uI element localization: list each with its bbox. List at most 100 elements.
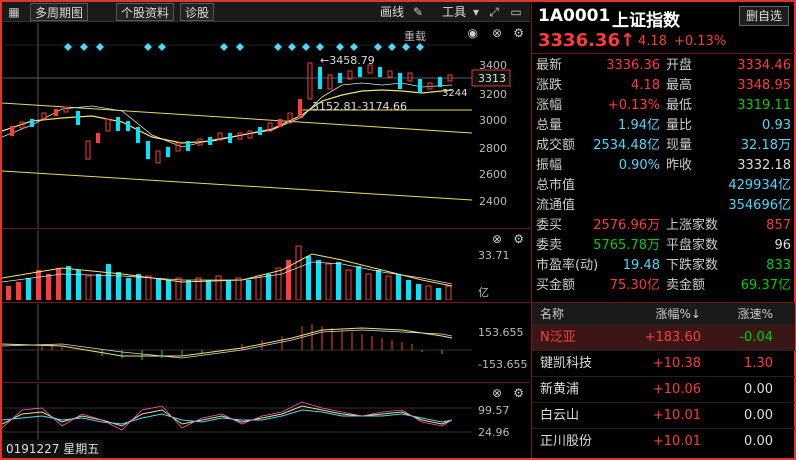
up-arrow-icon: ↑	[619, 30, 636, 51]
stat-value: 2576.96万	[593, 218, 660, 233]
y-tick: 2600	[479, 168, 507, 181]
y-tick: 3400	[479, 59, 507, 72]
col-name-header[interactable]: 名称	[540, 303, 564, 325]
stat-label: 最新	[536, 58, 563, 73]
close-pane-icon[interactable]: ⊗	[492, 26, 502, 40]
stat-value: 0.90%	[618, 158, 660, 173]
close-pane-icon[interactable]: ⊗	[492, 232, 502, 246]
stat-label: 下跌家数	[666, 258, 719, 273]
macd-bottom-label: -153.655	[478, 358, 528, 371]
y-tick: 2400	[479, 195, 507, 208]
item-name: 正川股份	[540, 434, 593, 449]
item-speed: 1.30	[744, 356, 773, 371]
stat-row: 流通值 354696亿	[532, 196, 795, 216]
dropdown-arrow-icon[interactable]: ▾	[468, 4, 484, 20]
macd-pane[interactable]	[2, 304, 530, 380]
settings-icon[interactable]: ⚙	[513, 26, 524, 40]
list-item[interactable]: 正川股份 +10.01 0.00	[532, 428, 795, 454]
stat-value: 857	[766, 218, 791, 233]
stat-row: 委买 2576.96万 上涨家数 857	[532, 216, 795, 236]
stat-label: 流通值	[536, 198, 576, 213]
stat-value: 75.30亿	[609, 278, 660, 293]
settings-icon[interactable]: ⚙	[513, 232, 524, 246]
stat-label: 上涨家数	[666, 218, 719, 233]
list-item[interactable]: 键凯科技 +10.38 1.30	[532, 350, 795, 376]
stat-value: 3348.95	[737, 78, 791, 93]
top-gainers-list[interactable]: 名称 涨幅%↓ 涨速% N泛亚 +183.60 -0.04 键凯科技 +10.38 1.3…	[532, 302, 795, 454]
macd-top-label: 153.655	[478, 326, 524, 339]
stock-code: 1A0001	[538, 6, 611, 26]
period-button[interactable]: 多周期图	[30, 3, 89, 21]
stat-label: 最高	[666, 78, 693, 93]
stat-row: 总市值 429934亿	[532, 176, 795, 196]
quote-header: 1A0001 上证指数 删自选 3336.36↑ 4.18 +0.13%	[532, 2, 795, 54]
stat-value: 5765.78万	[593, 238, 660, 253]
stat-label: 量比	[666, 118, 693, 133]
item-pct: +10.06	[652, 382, 701, 397]
stat-label: 涨幅	[536, 98, 563, 113]
stat-value: +0.13%	[607, 98, 660, 113]
restore-label[interactable]: 重载	[404, 28, 426, 44]
stat-label: 市盈率(动)	[536, 258, 599, 273]
item-speed: 0.00	[744, 408, 773, 423]
stat-value: 3334.46	[737, 58, 791, 73]
stat-value: 4.18	[631, 78, 660, 93]
stat-row: 委卖 5765.78万 平盘家数 96	[532, 236, 795, 256]
list-header: 名称 涨幅%↓ 涨速%	[532, 302, 795, 324]
volume-pane[interactable]	[2, 230, 530, 300]
chart-area[interactable]: ▦ 多周期图 个股资料 诊股 画线 ✎ 工具 ▾ ⤢ ▭ 重载 ◉ ⊗ ⚙ ←3…	[2, 2, 530, 458]
close-pane-icon[interactable]: ⊗	[492, 386, 502, 400]
stat-value: 833	[766, 258, 791, 273]
stat-value: 354696亿	[728, 198, 791, 213]
stat-row: 成交额 2534.48亿 现量 32.18万	[532, 136, 795, 156]
kline-chart[interactable]	[2, 23, 530, 229]
item-name: 白云山	[540, 408, 580, 423]
stat-label: 卖金额	[666, 278, 706, 293]
col-speed-header[interactable]: 涨速%	[738, 303, 773, 325]
list-item[interactable]: 白云山 +10.01 0.00	[532, 402, 795, 428]
diagnose-button[interactable]: 诊股	[180, 3, 215, 21]
kdj-pane[interactable]	[2, 384, 530, 440]
stat-label: 现量	[666, 138, 693, 153]
draw-line-button[interactable]: 画线	[376, 3, 408, 21]
stat-label: 总量	[536, 118, 563, 133]
pen-icon[interactable]: ✎	[410, 4, 426, 20]
stat-label: 振幅	[536, 158, 563, 173]
item-speed: -0.04	[739, 330, 773, 345]
volume-unit-label: 亿	[478, 286, 489, 299]
last-price: 3336.36↑	[538, 30, 636, 51]
list-rows: N泛亚 +183.60 -0.04 键凯科技 +10.38 1.30 新黄浦 +10.06 0.…	[532, 324, 795, 454]
item-speed: 0.00	[744, 382, 773, 397]
settings-icon[interactable]: ⚙	[513, 386, 524, 400]
y-tick: 3200	[479, 88, 507, 101]
tools-button[interactable]: 工具	[438, 3, 470, 21]
col-pct-header[interactable]: 涨幅%↓	[656, 303, 701, 325]
stat-label: 涨跌	[536, 78, 563, 93]
range-annotation: 3152.81-3174.66	[312, 100, 407, 113]
stat-value: 0.93	[762, 118, 791, 133]
stat-value: 32.18万	[740, 138, 791, 153]
stat-label: 成交额	[536, 138, 576, 153]
grid-icon[interactable]: ▦	[6, 4, 22, 20]
price-change-pct: +0.13%	[674, 34, 727, 49]
layout-icon[interactable]: ▭	[508, 4, 524, 20]
chart-toolbar: ▦ 多周期图 个股资料 诊股 画线 ✎ 工具 ▾ ⤢ ▭	[2, 2, 530, 22]
stat-value: 429934亿	[728, 178, 791, 193]
stat-label: 平盘家数	[666, 238, 719, 253]
view-icon[interactable]: ◉	[468, 26, 478, 40]
quote-stats: 最新 3336.36 开盘 3334.46 涨跌 4.18 最高 3348.95 涨幅 +0.13…	[532, 56, 795, 296]
volume-top-label: 33.71	[478, 249, 510, 262]
remove-favorite-button[interactable]: 删自选	[738, 6, 789, 26]
low-annotation: 3244	[442, 88, 468, 99]
list-item[interactable]: N泛亚 +183.60 -0.04	[532, 324, 795, 350]
y-tick: 2800	[479, 142, 507, 155]
stock-info-button[interactable]: 个股资料	[116, 3, 175, 21]
item-name: N泛亚	[540, 330, 576, 345]
stat-row: 振幅 0.90% 昨收 3332.18	[532, 156, 795, 176]
y-tick: 3000	[479, 114, 507, 127]
fullscreen-icon[interactable]: ⤢	[486, 4, 502, 20]
price-change: 4.18	[638, 34, 667, 49]
item-name: 新黄浦	[540, 382, 580, 397]
item-speed: 0.00	[744, 434, 773, 449]
list-item[interactable]: 新黄浦 +10.06 0.00	[532, 376, 795, 402]
